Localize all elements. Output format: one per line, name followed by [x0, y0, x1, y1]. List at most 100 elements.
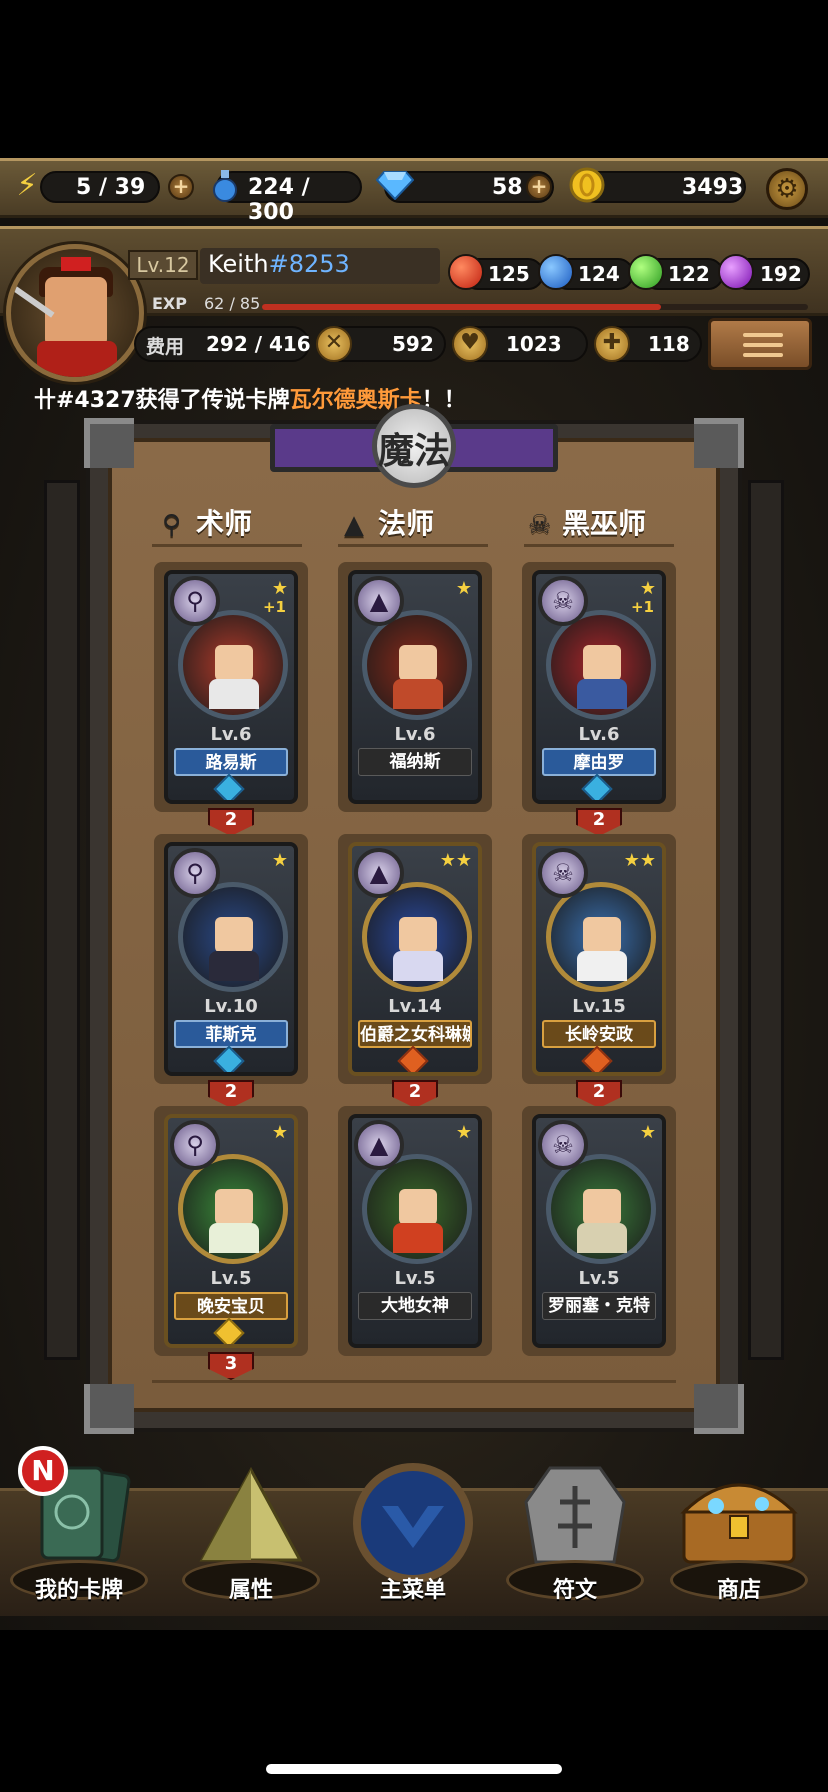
frame-right-pillar [748, 480, 784, 1360]
star-rating: ★★ [623, 850, 656, 871]
player-avatar[interactable] [6, 244, 144, 382]
rune-stone-icon [524, 1466, 626, 1564]
diamond-icon [376, 166, 414, 204]
card-name: 大地女神 [358, 1292, 472, 1320]
star-rating: ★ [455, 1122, 472, 1143]
purple-orb-icon [718, 254, 754, 290]
hero-card[interactable]: ☠ ★ +1 Lv.6 摩由罗 [532, 570, 666, 804]
card-name: 罗丽塞・克特 [542, 1292, 656, 1320]
energy-counter: 5 / 39 [40, 171, 160, 203]
exp-value: 62 / 85 [204, 294, 261, 313]
nav-label: 符文 [552, 1578, 597, 1603]
hero-card[interactable]: ⚲ ★ +1 Lv.6 路易斯 [164, 570, 298, 804]
wizard-hat-icon: ▲ [354, 1120, 404, 1170]
hero-card[interactable]: ▲ ★ Lv.5 大地女神 [348, 1114, 482, 1348]
coin-icon [568, 166, 606, 204]
divider [338, 544, 488, 547]
wizard-hat-icon: ▲ [354, 576, 404, 626]
hero-portrait [546, 1154, 656, 1264]
new-badge: N [18, 1446, 68, 1496]
divider [152, 1380, 676, 1383]
nav-attributes[interactable]: 属性 [176, 1460, 326, 1620]
settings-gear-icon[interactable]: ⚙ [766, 168, 808, 210]
card-name: 长岭安政 [542, 1020, 656, 1048]
skull-icon: ☠ [528, 510, 552, 540]
emblem-icon [353, 1463, 473, 1583]
blue-orb-value: 124 [578, 262, 620, 286]
nav-label: 属性 [228, 1578, 273, 1603]
staff-icon: ⚲ [170, 1120, 220, 1170]
hero-card[interactable]: ▲ ★ Lv.6 福纳斯 [348, 570, 482, 804]
nav-runes[interactable]: 符文 [500, 1460, 650, 1620]
nav-shop[interactable]: 商店 [664, 1460, 814, 1620]
hero-portrait [546, 610, 656, 720]
hero-portrait [362, 610, 472, 720]
hero-card[interactable]: ⚲ ★ Lv.5 晚安宝贝 [164, 1114, 298, 1348]
card-level: Lv.6 [210, 724, 252, 745]
red-orb-icon [448, 254, 484, 290]
column-header-warlock[interactable]: ☠ 黑巫师 [528, 502, 646, 542]
skull-icon: ☠ [538, 1120, 588, 1170]
column-header-mage[interactable]: ▲ 法师 [344, 502, 434, 542]
green-orb-icon [628, 254, 664, 290]
card-level: Lv.5 [578, 1268, 620, 1289]
crossed-swords-icon: ✕ [316, 326, 352, 362]
hero-portrait [178, 882, 288, 992]
hero-portrait [178, 610, 288, 720]
skull-icon: ☠ [538, 848, 588, 898]
card-level: Lv.10 [204, 996, 258, 1017]
exp-bar [262, 304, 808, 310]
stat-strip: 费用 292 / 416 ✕ 592 ♥ 1023 ✚ 118 [134, 326, 702, 364]
treasure-chest-icon [680, 1483, 798, 1564]
potion-value: 224 / 300 [248, 175, 310, 225]
purple-orb-value: 192 [760, 262, 802, 286]
star-rating: ★ [639, 578, 656, 599]
hamburger-menu-button[interactable] [708, 318, 812, 370]
potion-icon [206, 166, 244, 204]
exp-bar-fill [262, 304, 661, 310]
player-name: Keith [208, 250, 269, 278]
heal-value: 118 [648, 332, 690, 356]
add-gems-button[interactable]: + [526, 174, 552, 200]
nav-label: 我的卡牌 [34, 1578, 123, 1603]
card-name: 菲斯克 [174, 1020, 288, 1048]
star-rating: ★ [271, 850, 288, 871]
star-rating: ★ [455, 578, 472, 599]
cross-plus-icon: ✚ [594, 326, 630, 362]
star-rating: ★★ [439, 850, 472, 871]
hero-card[interactable]: ▲ ★★ Lv.14 伯爵之女科琳娜 [348, 842, 482, 1076]
frame-corner [84, 1384, 134, 1434]
plus-indicator: +1 [630, 598, 654, 616]
card-level: Lv.5 [210, 1268, 252, 1289]
player-name-box[interactable]: Keith#8253 [200, 248, 440, 284]
star-rating: ★ [271, 1122, 288, 1143]
divider [152, 544, 302, 547]
blue-orb-icon [538, 254, 574, 290]
gem-icon [581, 1045, 613, 1072]
green-orb-value: 122 [668, 262, 710, 286]
card-level: Lv.6 [394, 724, 436, 745]
skull-icon: ☠ [538, 576, 588, 626]
hero-card[interactable]: ⚲ ★ Lv.10 菲斯克 [164, 842, 298, 1076]
add-energy-button[interactable]: + [168, 174, 194, 200]
nav-main-menu[interactable]: 主菜单 [338, 1460, 488, 1620]
hero-card[interactable]: ☠ ★ Lv.5 罗丽塞・克特 [532, 1114, 666, 1348]
hero-portrait [546, 882, 656, 992]
column-header-sorcerer[interactable]: ⚲ 术师 [162, 502, 252, 542]
card-level: Lv.15 [572, 996, 626, 1017]
home-indicator[interactable] [266, 1764, 562, 1774]
lightning-icon: ⚡ [16, 167, 38, 203]
staff-icon: ⚲ [162, 510, 182, 540]
exp-label: EXP [152, 294, 187, 313]
hp-value: 1023 [506, 332, 562, 356]
card-level: Lv.5 [394, 1268, 436, 1289]
player-level: Lv.12 [128, 250, 198, 280]
hero-card[interactable]: ☠ ★★ Lv.15 长岭安政 [532, 842, 666, 1076]
staff-icon: ⚲ [170, 576, 220, 626]
frame-corner [694, 1384, 744, 1434]
pyramid-icon [199, 1466, 303, 1562]
attack-value: 592 [392, 332, 434, 356]
card-name: 福纳斯 [358, 748, 472, 776]
hero-portrait [362, 1154, 472, 1264]
announcement-prefix: 卄#4327获得了传说卡牌 [34, 388, 290, 413]
